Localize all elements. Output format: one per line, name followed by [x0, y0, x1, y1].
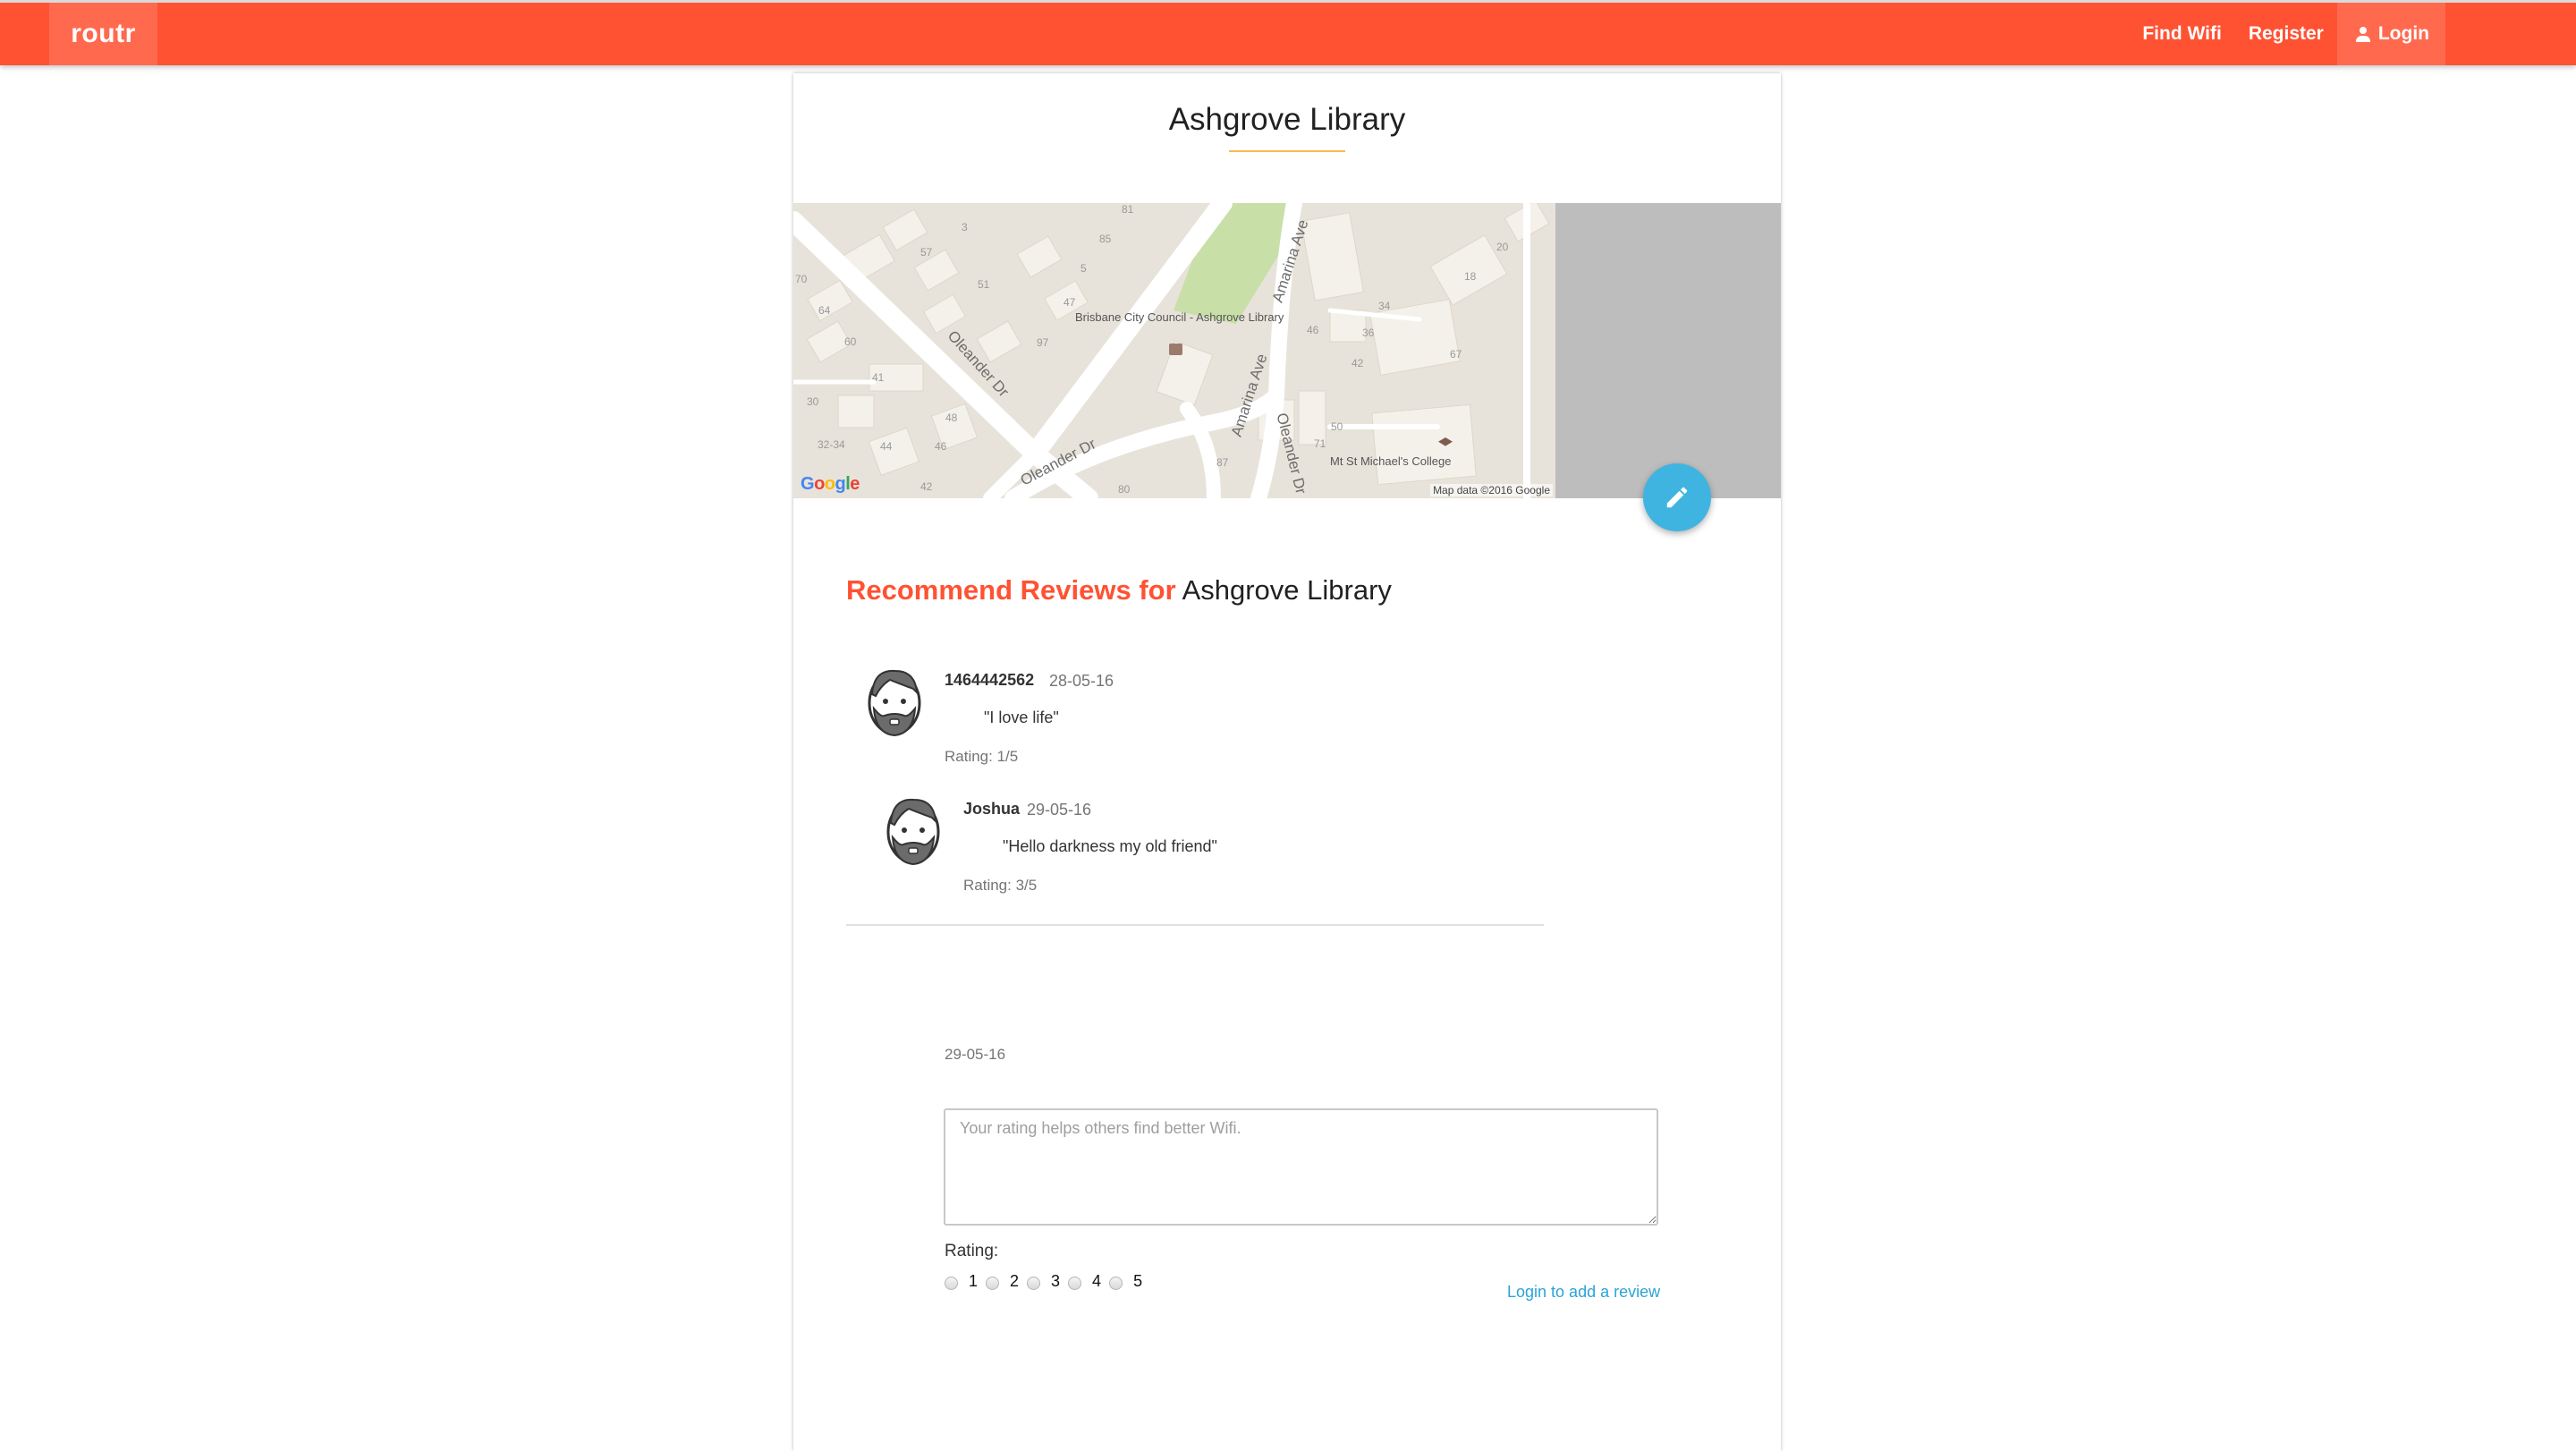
map-lot-number: 64: [818, 304, 831, 317]
review-item: Joshua 29-05-16 "Hello darkness my old f…: [882, 793, 1419, 900]
map-lot-number: 44: [880, 440, 893, 453]
map-lot-number: 3: [962, 221, 968, 233]
rating-option-4[interactable]: 4: [1068, 1272, 1101, 1291]
map-lot-number: 18: [1464, 270, 1477, 283]
rating-option-3[interactable]: 3: [1027, 1272, 1060, 1291]
map-lot-number: 87: [1216, 456, 1229, 469]
nav-login[interactable]: Login: [2336, 3, 2445, 65]
rating-radio[interactable]: [1109, 1277, 1123, 1290]
map-lot-number: 51: [978, 278, 990, 291]
map-lot-number: 36: [1362, 327, 1375, 339]
form-date: 29-05-16: [945, 1046, 1006, 1063]
map-lot-number: 20: [1496, 241, 1509, 253]
map-lot-number: 47: [1063, 296, 1076, 309]
review-date: 29-05-16: [1027, 801, 1092, 819]
top-navbar: routr Find Wifi Register Login: [0, 0, 2576, 65]
map-lot-number: 34: [1378, 300, 1391, 312]
nav-login-label: Login: [2377, 23, 2429, 44]
rating-options: 1 2 3 4 5: [945, 1272, 1150, 1291]
library-icon: [1169, 344, 1182, 355]
review-author: 1464442562: [945, 671, 1035, 689]
map-lot-number: 41: [872, 371, 885, 384]
map-lot-number: 42: [1352, 357, 1364, 369]
map-lot-number: 70: [795, 273, 808, 285]
google-logo: Google: [801, 474, 860, 494]
rating-radio[interactable]: [945, 1277, 958, 1290]
edit-review-button[interactable]: [1643, 463, 1711, 531]
reviews-divider: [846, 924, 1544, 926]
map-lot-number: 46: [1307, 324, 1319, 336]
person-icon: [2355, 26, 2371, 42]
rating-option-2[interactable]: 2: [986, 1272, 1019, 1291]
place-card: Ashgrove Library 81 3 85 57 5 51 70 47 6…: [793, 73, 1781, 1451]
map-credit[interactable]: Map data ©2016 Google: [1430, 484, 1553, 496]
review-text: "Hello darkness my old friend": [1003, 837, 1217, 855]
reviews-heading-place: Ashgrove Library: [1182, 574, 1392, 606]
map-lot-number: 42: [920, 480, 933, 493]
rating-option-label: 5: [1133, 1272, 1143, 1290]
nav-register[interactable]: Register: [2235, 3, 2337, 65]
reviews-heading: Recommend Reviews for Ashgrove Library: [846, 574, 1392, 607]
rating-radio[interactable]: [1068, 1277, 1082, 1290]
map-lot-number: 48: [945, 412, 958, 424]
rating-option-label: 3: [1051, 1272, 1061, 1290]
map-lot-number: 57: [920, 246, 933, 259]
rating-option-5[interactable]: 5: [1109, 1272, 1142, 1291]
map-side-panel: [1555, 203, 1781, 498]
map-lot-number: 80: [1118, 483, 1131, 496]
review-date: 28-05-16: [1049, 672, 1114, 690]
rating-label: Rating:: [945, 1242, 999, 1260]
map-lot-number: 67: [1450, 348, 1462, 361]
map-lot-number: 71: [1314, 437, 1326, 450]
title-underline: [1229, 150, 1345, 152]
nav-links: Find Wifi Register Login: [2129, 3, 2576, 65]
review-rating: Rating: 1/5: [945, 748, 1019, 765]
map-view[interactable]: 81 3 85 57 5 51 70 47 64 97 60 41 30 48 …: [793, 203, 1555, 498]
map-lot-number: 85: [1099, 233, 1112, 245]
map-lot-number: 97: [1037, 336, 1049, 349]
review-textarea[interactable]: [944, 1108, 1658, 1226]
map-lot-number: 60: [844, 335, 857, 348]
map-lot-number: 50: [1331, 420, 1343, 433]
map-poi-college[interactable]: Mt St Michael's College: [1330, 454, 1451, 468]
rating-option-label: 1: [969, 1272, 979, 1290]
rating-radio[interactable]: [986, 1277, 1000, 1290]
review-item: 1464442562 28-05-16 "I love life" Rating…: [863, 664, 1400, 771]
rating-option-1[interactable]: 1: [945, 1272, 978, 1291]
map-lot-number: 30: [807, 395, 819, 408]
reviews-heading-accent: Recommend Reviews for: [846, 574, 1176, 606]
review-text: "I love life": [984, 709, 1059, 726]
rating-option-label: 2: [1010, 1272, 1020, 1290]
bearded-man-avatar: [886, 798, 940, 866]
map-lot-number: 81: [1122, 203, 1134, 216]
map-lot-number: 46: [935, 440, 947, 453]
review-author: Joshua: [963, 800, 1021, 818]
brand-logo[interactable]: routr: [49, 3, 157, 65]
bearded-man-avatar: [868, 669, 921, 737]
nav-find-wifi[interactable]: Find Wifi: [2129, 3, 2234, 65]
rating-radio[interactable]: [1027, 1277, 1041, 1290]
rating-option-label: 4: [1092, 1272, 1102, 1290]
pencil-icon: [1666, 487, 1688, 508]
page-title: Ashgrove Library: [1168, 102, 1406, 137]
login-to-review-link[interactable]: Login to add a review: [1507, 1283, 1660, 1302]
review-rating: Rating: 3/5: [963, 877, 1038, 894]
map-poi-library[interactable]: Brisbane City Council - Ashgrove Library: [1075, 310, 1284, 324]
map-lot-number: 5: [1080, 262, 1087, 275]
map-lot-number: 32-34: [818, 438, 845, 451]
